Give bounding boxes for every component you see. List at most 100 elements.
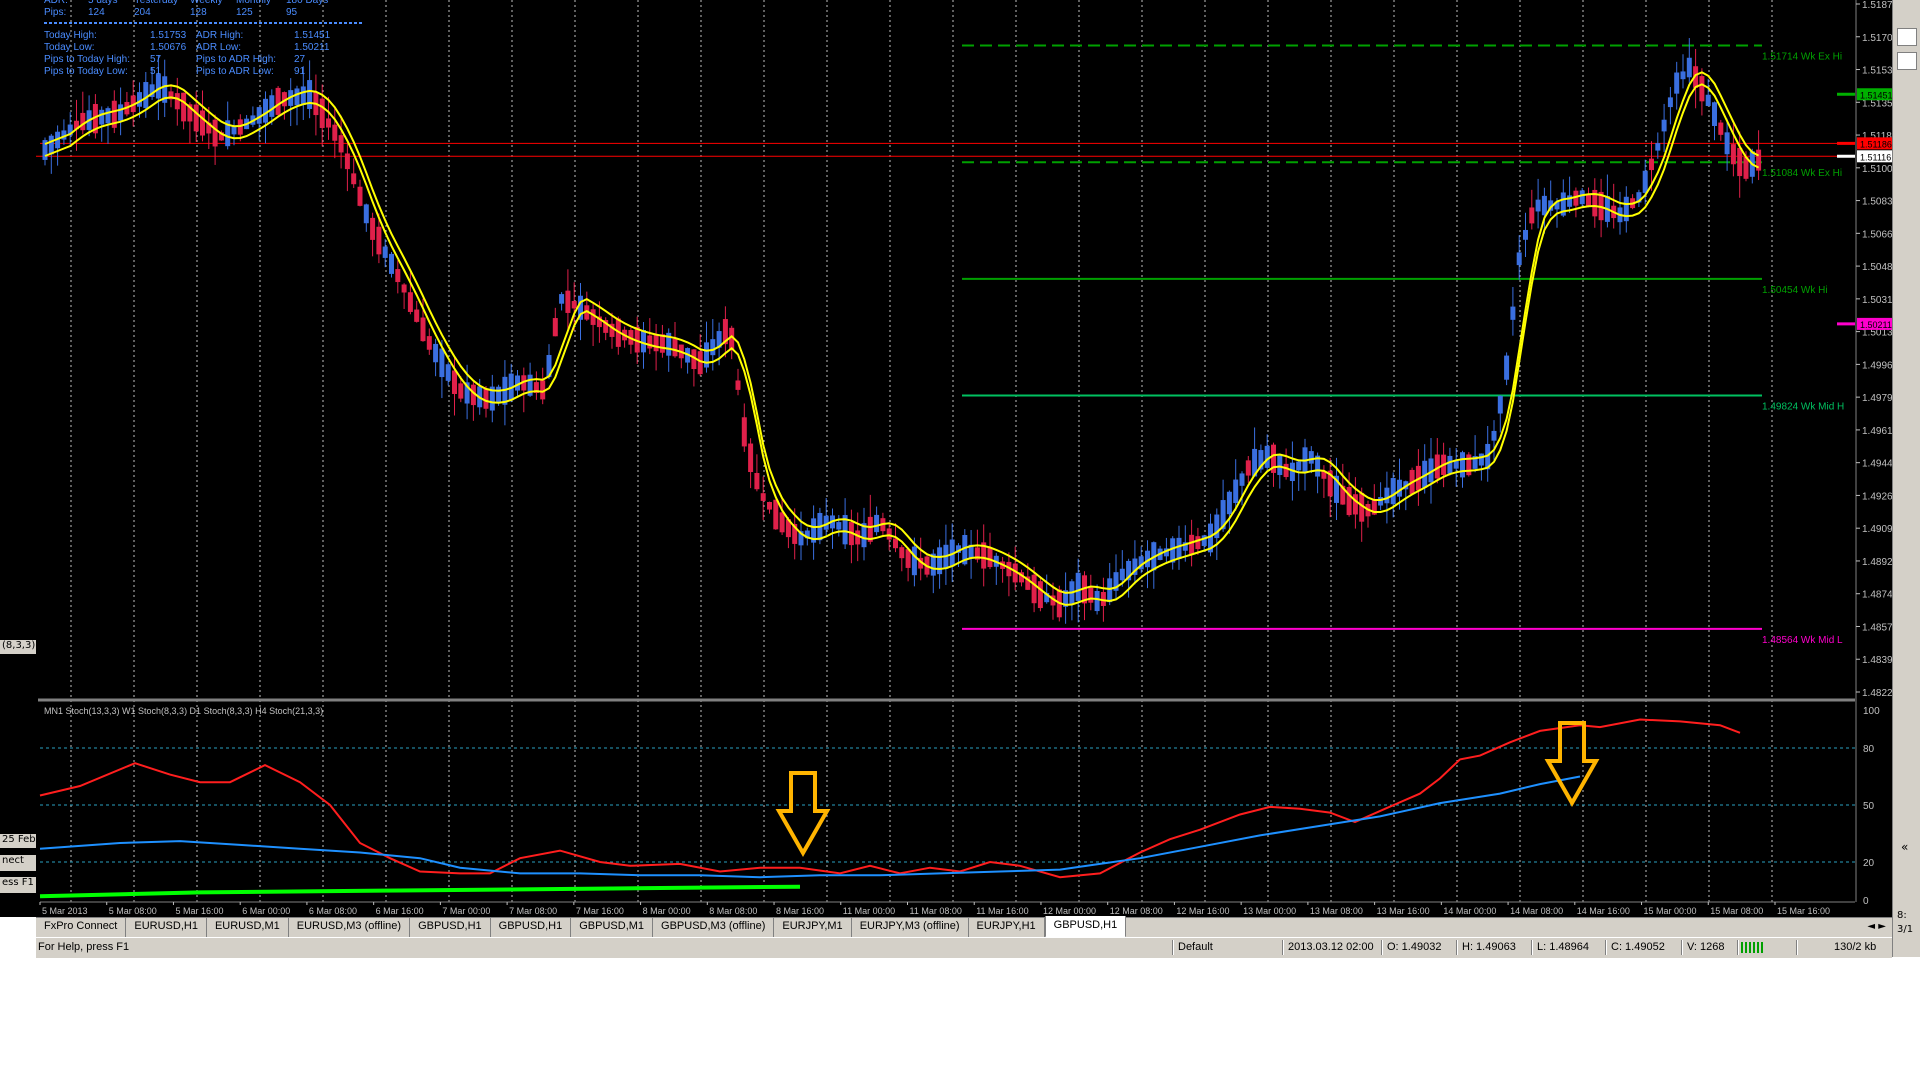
time-tick-label: 14 Mar 08:00 [1510,906,1563,916]
chart-tab[interactable]: EURJPY,M3 (offline) [852,918,969,938]
candle-body [1352,494,1358,515]
left-panel-indicator-label: (8,3,3) [0,640,36,654]
level-label: 1.51084 Wk Ex Hi [1762,168,1842,179]
candle-body [452,370,457,395]
mt4-window: 1.51714 Wk Ex Hi 1.51084 Wk Ex Hi 1.50454 … [0,0,1920,958]
level-label: 1.49824 Wk Mid H [1762,402,1844,413]
candle-body [1075,572,1081,601]
chart-tab[interactable]: GBPUSD,M3 (offline) [653,918,775,938]
candle-body [710,339,716,356]
candle-body [1447,455,1453,474]
candle-body [420,317,426,342]
candle-body [1031,574,1037,604]
candle-body [1176,537,1182,560]
candle-body [1504,355,1510,380]
time-tick-label: 14 Mar 00:00 [1443,906,1496,916]
tab-scroll-controls[interactable]: ◄ ► [1861,918,1892,938]
candle-body [200,110,205,136]
level-label: 1.51714 Wk Ex Hi [1762,52,1842,63]
candle-body [143,82,149,109]
candle-body [407,292,413,312]
right-edge-checkbox-2[interactable] [1897,52,1917,70]
candle-body [1226,491,1232,515]
candle-body [565,290,571,313]
candle-body [395,269,401,283]
candle-body [767,501,772,510]
candle-body [307,80,313,109]
candle-body [1497,395,1503,414]
status-profile[interactable]: Default [1178,941,1213,953]
candle-body [344,153,350,170]
adr-row-value: 51 [150,66,162,77]
candle-body [1699,76,1705,102]
connection-bars-icon[interactable] [1741,942,1763,953]
collapse-left-icon[interactable]: « [1901,840,1908,854]
adr-pips-cell: 204 [134,7,151,18]
candle-body [1283,463,1289,478]
scroll-left-icon[interactable]: ◄ [1867,921,1875,932]
candle-body [735,380,741,390]
adr-row-label: ADR High: [196,30,243,41]
right-edge-checkbox-1[interactable] [1897,28,1917,46]
adr-pips-cell: 95 [286,7,298,18]
price-tick-label: 1.48570 [1862,622,1892,633]
candle-body [1730,144,1736,165]
candle-body [382,246,388,258]
adr-header-cell: ADR: [44,0,68,6]
time-tick-label: 8 Mar 00:00 [643,906,691,916]
time-tick-label: 5 Mar 16:00 [175,906,223,916]
candle-body [338,135,344,153]
candle-body [1667,97,1673,108]
chart-tab[interactable]: GBPUSD,M1 [571,918,654,938]
time-tick-label: 7 Mar 08:00 [509,906,557,916]
chart-tab[interactable]: EURUSD,M3 (offline) [289,918,411,938]
status-bar: For Help, press F1 Default 2013.03.12 02… [36,937,1892,958]
candle-body [1686,57,1692,78]
candle-body [426,336,432,350]
adr-header-cell: Yesterday [134,0,178,6]
price-tick-label: 1.51530 [1862,66,1892,77]
time-tick-label: 14 Mar 16:00 [1577,906,1630,916]
indicator-axis-label: 80 [1863,744,1875,755]
chart-tab[interactable]: EURJPY,M1 [774,918,852,938]
candle-body [1245,460,1251,476]
candle-body [155,74,161,99]
candle-body [1088,587,1094,603]
right-edge-panel: « 8: 3/1 [1892,0,1920,957]
price-chart[interactable]: 1.51714 Wk Ex Hi 1.51084 Wk Ex Hi 1.50454 … [0,0,1892,917]
indicator-axis-label: 0 [1863,896,1869,907]
chart-tab[interactable]: FxPro Connect [36,918,127,938]
right-edge-time: 8: [1897,910,1907,921]
candle-body [294,88,300,106]
candle-body [212,119,218,147]
time-tick-label: 5 Mar 08:00 [109,906,157,916]
candle-body [748,443,754,473]
time-tick-label: 8 Mar 16:00 [776,906,824,916]
chart-tab[interactable]: GBPUSD,H1 [1044,916,1127,938]
chart-tab[interactable]: EURUSD,H1 [126,918,207,938]
candle-body [1541,195,1547,216]
candle-body [1308,451,1314,464]
status-volume: V: 1268 [1687,941,1725,953]
adr-row-value: 1.51451 [294,30,331,41]
adr-pips-cell: Pips: [44,7,66,18]
left-chart-panel: (8,3,3) 25 Feb nect ess F1 [0,0,36,897]
chart-tab[interactable]: EURJPY,H1 [969,918,1045,938]
price-tick-label: 1.50835 [1862,197,1892,208]
adr-row-label: Pips to Today High: [44,54,130,65]
price-tick-label: 1.50485 [1862,262,1892,273]
chart-tab[interactable]: GBPUSD,H1 [491,918,572,938]
time-tick-label: 15 Mar 16:00 [1777,906,1830,916]
price-tick-label: 1.48920 [1862,557,1892,568]
time-tick-label: 8 Mar 08:00 [709,906,757,916]
time-tick-label: 15 Mar 08:00 [1710,906,1763,916]
scroll-right-icon[interactable]: ► [1878,921,1886,932]
status-low: L: 1.48964 [1537,941,1589,953]
candle-body [105,108,111,124]
price-tick-label: 1.49265 [1862,491,1892,502]
time-tick-label: 13 Mar 00:00 [1243,906,1296,916]
candle-body [370,217,376,240]
candle-body [363,204,369,224]
chart-tab[interactable]: EURUSD,M1 [207,918,289,938]
chart-tab[interactable]: GBPUSD,H1 [410,918,491,938]
